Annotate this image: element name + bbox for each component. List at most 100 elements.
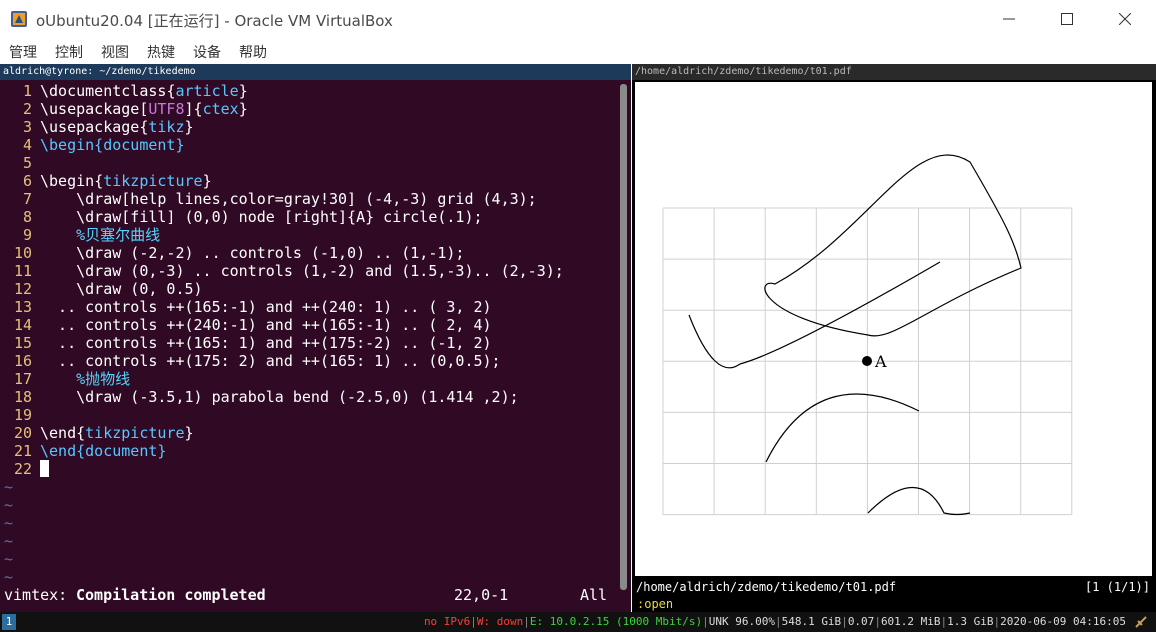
code-token: \draw <box>76 190 122 208</box>
text-cursor <box>40 460 49 477</box>
code-token: \end{document} <box>40 442 167 460</box>
code-line[interactable]: 19 <box>0 406 620 424</box>
cursor-position: 22,0-1 <box>454 586 509 604</box>
code-line[interactable]: 1 \documentclass{article} <box>0 82 620 100</box>
disk-status: 548.1 GiB <box>781 615 842 628</box>
closed-curve <box>764 154 1022 337</box>
line-number: 22 <box>13 460 32 478</box>
code-token: } <box>184 118 194 136</box>
code-token: (-3.5,1) parabola bend (-2.5,0) (1.414 ,… <box>121 388 519 406</box>
status-prefix: vimtex: <box>4 586 68 604</box>
line-number: 21 <box>13 442 32 460</box>
code-line[interactable]: 9 %贝塞尔曲线 <box>0 226 620 244</box>
code-line[interactable]: 15 .. controls ++(165: 1) and ++(175:-2)… <box>0 334 620 352</box>
line-number: 17 <box>13 370 32 388</box>
window-title: oUbuntu20.04 [正在运行] - Oracle VM VirtualB… <box>36 12 393 30</box>
code-line[interactable]: 2 \usepackage[UTF8]{ctex} <box>0 100 620 118</box>
code-token: %抛物线 <box>76 370 131 388</box>
code-token: [help lines,color=gray!30] (-4,-3) grid … <box>121 190 537 208</box>
code-token: (-2,-2) .. controls (-1,0) .. (1,-1); <box>121 244 465 262</box>
code-line[interactable]: 16 .. controls ++(175: 2) and ++(165: 1)… <box>0 352 620 370</box>
code-token: } <box>238 82 248 100</box>
code-token: } <box>184 424 194 442</box>
code-line[interactable]: 18 \draw (-3.5,1) parabola bend (-2.5,0)… <box>0 388 620 406</box>
line-number: 5 <box>22 154 32 172</box>
code-line[interactable]: 21 \end{document} <box>0 442 620 460</box>
close-button[interactable] <box>1096 0 1154 38</box>
menu-control[interactable]: 控制 <box>55 42 83 62</box>
ethernet-status: E: 10.0.2.15 (1000 Mbit/s) <box>529 615 703 628</box>
pdf-page[interactable]: A <box>635 82 1152 576</box>
code-token: \draw <box>76 244 122 262</box>
code-token: \begin{document} <box>40 136 185 154</box>
code-token: \end <box>40 424 77 442</box>
code-token: \draw <box>76 388 122 406</box>
curves <box>688 154 1022 516</box>
code-token: %贝塞尔曲线 <box>76 226 161 244</box>
code-token: .. controls ++(165: 1) and ++(175:-2) ..… <box>40 334 492 352</box>
terminal-pane[interactable]: aldrich@tyrone: ~/zdemo/tikedemo 1 \docum… <box>0 64 631 612</box>
code-line[interactable]: 4 \begin{document} <box>0 136 620 154</box>
workspace-button[interactable]: 1 <box>2 614 16 630</box>
menu-devices[interactable]: 设备 <box>193 42 221 62</box>
code-line[interactable]: 10 \draw (-2,-2) .. controls (-1,0) .. (… <box>0 244 620 262</box>
code-line[interactable]: 14 .. controls ++(240:-1) and ++(165:-1)… <box>0 316 620 334</box>
code-token: [fill] (0,0) node [right]{A} circle(.1); <box>121 208 483 226</box>
code-token: { <box>76 424 86 442</box>
maximize-icon <box>1061 13 1073 25</box>
maximize-button[interactable] <box>1038 0 1096 38</box>
code-line[interactable]: 8 \draw[fill] (0,0) node [right]{A} circ… <box>0 208 620 226</box>
code-token: tikz <box>148 118 185 136</box>
code-token: tikzpicture <box>85 424 185 442</box>
code-line[interactable]: 3 \usepackage{tikz} <box>0 118 620 136</box>
menu-hotkey[interactable]: 热键 <box>147 42 175 62</box>
minimize-button[interactable] <box>980 0 1038 38</box>
line-number: 6 <box>22 172 32 190</box>
datetime-status: 2020-06-09 04:16:05 <box>1000 615 1126 628</box>
pdf-viewer-pane[interactable]: /home/aldrich/zdemo/tikedemo/t01.pdf A /… <box>632 64 1156 612</box>
pdf-command-line[interactable]: :open <box>632 596 1156 612</box>
empty-line-marker: ~ <box>4 478 14 496</box>
terminal-scrollbar[interactable] <box>620 84 627 590</box>
code-token: ctex <box>202 100 239 118</box>
code-token: (0,-3) .. controls (1,-2) and (1.5,-3)..… <box>121 262 564 280</box>
line-number: 12 <box>13 280 32 298</box>
code-line[interactable]: 12 \draw (0, 0.5) <box>0 280 620 298</box>
code-line[interactable]: 7 \draw[help lines,color=gray!30] (-4,-3… <box>0 190 620 208</box>
code-line[interactable]: 6 \begin{tikzpicture} <box>0 172 620 190</box>
code-token: \draw <box>76 262 122 280</box>
code-line[interactable]: 17 %抛物线 <box>0 370 620 388</box>
line-number: 20 <box>13 424 32 442</box>
code-line[interactable]: 22 <box>0 460 620 478</box>
code-token: \draw <box>76 280 122 298</box>
code-token: } <box>238 100 248 118</box>
empty-line-marker: ~ <box>4 550 14 568</box>
code-line[interactable]: 5 <box>0 154 620 172</box>
menu-view[interactable]: 视图 <box>101 42 129 62</box>
menu-manage[interactable]: 管理 <box>9 42 37 62</box>
terminal-title: aldrich@tyrone: ~/zdemo/tikedemo <box>0 64 631 80</box>
vim-editor[interactable]: 1 \documentclass{article} 2 \usepackage[UTF… <box>0 82 620 586</box>
memory-status: 601.2 MiB <box>880 615 941 628</box>
line-number: 11 <box>13 262 32 280</box>
tray-icon[interactable] <box>1134 615 1148 629</box>
line-number: 8 <box>22 208 32 226</box>
code-line[interactable]: 20 \end{tikzpicture} <box>0 424 620 442</box>
line-number: 15 <box>13 334 32 352</box>
code-line[interactable]: 13 .. controls ++(165:-1) and ++(240: 1)… <box>0 298 620 316</box>
code-line[interactable]: 11 \draw (0,-3) .. controls (1,-2) and (… <box>0 262 620 280</box>
swap-status: 1.3 GiB <box>947 615 994 628</box>
line-number: 1 <box>22 82 32 100</box>
code-token: .. controls ++(240:-1) and ++(165:-1) ..… <box>40 316 492 334</box>
empty-line-marker: ~ <box>4 496 14 514</box>
vim-statusline: vimtex: Compilation completed 22,0-1 All <box>0 584 631 606</box>
menu-help[interactable]: 帮助 <box>239 42 267 62</box>
pdf-statusline: /home/aldrich/zdemo/tikedemo/t01.pdf [1 … <box>632 578 1156 596</box>
code-token: ]{ <box>184 100 203 118</box>
i3-status-bar: 1 no IPv6|W: down|E: 10.0.2.15 (1000 Mbi… <box>0 612 1156 632</box>
pdf-page-indicator: [1 (1/1)] <box>1084 580 1150 594</box>
